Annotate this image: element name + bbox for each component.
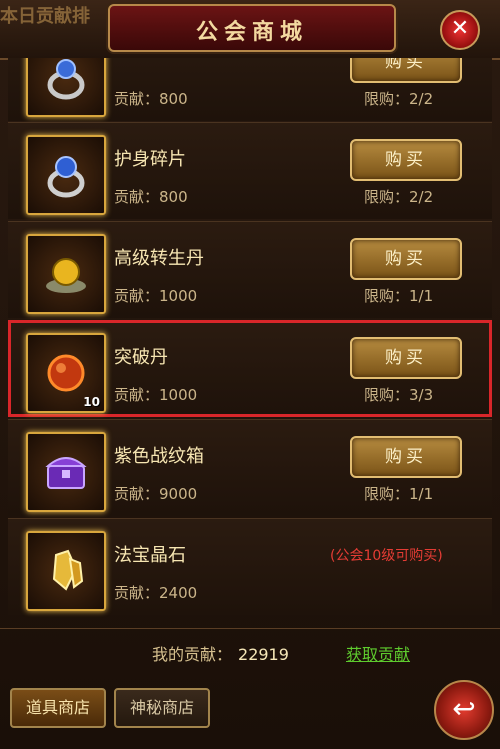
item-contribution: 贡献：2400 [114,584,198,602]
contribution-bar: 我的贡献： 22919 获取贡献 [0,628,500,674]
golden-pill-icon [46,258,86,293]
tab-item-shop[interactable]: 道具商店 [10,688,106,728]
ring-icon [47,59,85,100]
item-icon-frame[interactable] [26,432,106,512]
item-limit: 限购：1/1 [364,485,434,503]
item-icon-frame[interactable] [26,531,106,611]
list-item: 紫色战纹箱 贡献：9000 限购：1/1 购买 [8,419,492,516]
get-contribution-link[interactable]: 获取贡献 [346,641,410,665]
list-item: 法宝晶石 贡献：2400 (公会10级可购买) [8,518,492,615]
item-name: 高级转生丹 [114,248,204,269]
ring-icon [47,156,85,198]
buy-button[interactable]: 购买 [350,58,462,83]
buy-button[interactable]: 购买 [350,337,462,379]
item-contribution: 贡献：1000 [114,386,198,404]
header-bar: 本日贡献排 公会商城 ✕ [0,0,500,60]
item-name: 突破丹 [114,347,168,368]
item-contribution: 贡献：9000 [114,485,198,503]
item-limit: 限购：3/3 [364,386,434,404]
close-button[interactable]: ✕ [440,10,480,50]
my-contribution: 我的贡献： 22919 [152,641,289,665]
buy-button[interactable]: 购买 [350,436,462,478]
list-item: 贡献：800 限购：2/2 购买 [8,58,492,121]
item-icon-frame[interactable] [26,234,106,314]
list-item-selected[interactable]: 10 突破丹 贡献：1000 限购：3/3 购买 [8,320,492,417]
item-icon-frame[interactable] [26,135,106,215]
item-icon-frame[interactable] [26,58,106,117]
item-name: 护身碎片 [114,149,186,170]
item-limit: 限购：2/2 [364,188,434,206]
item-contribution: 贡献：1000 [114,287,198,305]
close-icon: ✕ [450,16,470,41]
item-name: 紫色战纹箱 [114,446,204,467]
my-contribution-label: 我的贡献： [152,645,233,664]
item-name: 法宝晶石 [114,545,186,566]
background-ranking-title: 本日贡献排 [0,6,90,27]
list-item: 护身碎片 贡献：800 限购：2/2 购买 [8,122,492,219]
buy-button[interactable]: 购买 [350,238,462,280]
item-contribution: 贡献：800 [114,188,188,206]
item-list[interactable]: 贡献：800 限购：2/2 购买 护身碎片 贡献：800 限购：2/2 购买 高… [8,58,492,628]
my-contribution-value: 22919 [238,645,289,664]
list-item: 高级转生丹 贡献：1000 限购：1/1 购买 [8,221,492,318]
purchase-requirement-note: (公会10级可购买) [330,548,443,564]
buy-button[interactable]: 购买 [350,139,462,181]
item-limit: 限购：2/2 [364,90,434,108]
title-plate: 公会商城 [108,4,396,52]
item-icon-frame[interactable]: 10 [26,333,106,413]
item-quantity: 10 [83,395,100,409]
back-button[interactable]: ↩ [434,680,494,740]
back-arrow-icon: ↩ [452,692,476,725]
item-contribution: 贡献：800 [114,90,188,108]
page-title: 公会商城 [195,20,308,45]
purple-chest-icon [45,457,87,489]
item-limit: 限购：1/1 [364,287,434,305]
tab-mystery-shop[interactable]: 神秘商店 [114,688,210,728]
shop-window: 本日贡献排 公会商城 ✕ 贡献：800 限购：2/2 购买 护身碎片 贡献：80… [0,0,500,749]
red-pill-icon [47,354,85,392]
crystal-icon [52,549,84,591]
